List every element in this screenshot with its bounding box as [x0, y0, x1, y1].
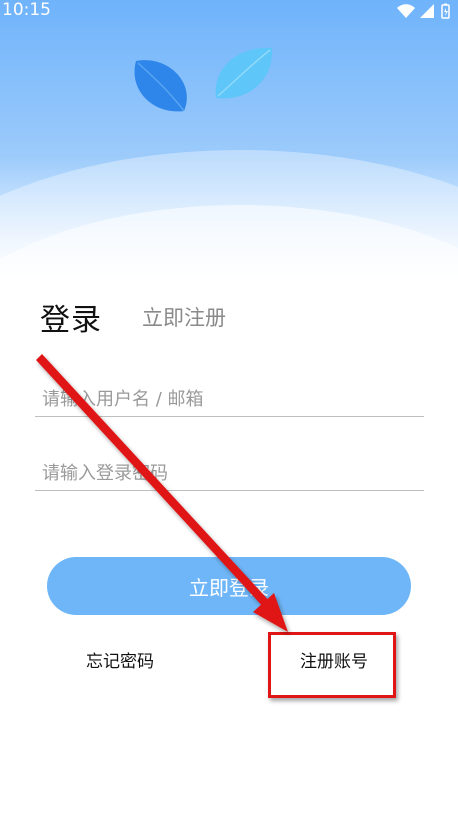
annotation-arrow	[36, 354, 288, 632]
